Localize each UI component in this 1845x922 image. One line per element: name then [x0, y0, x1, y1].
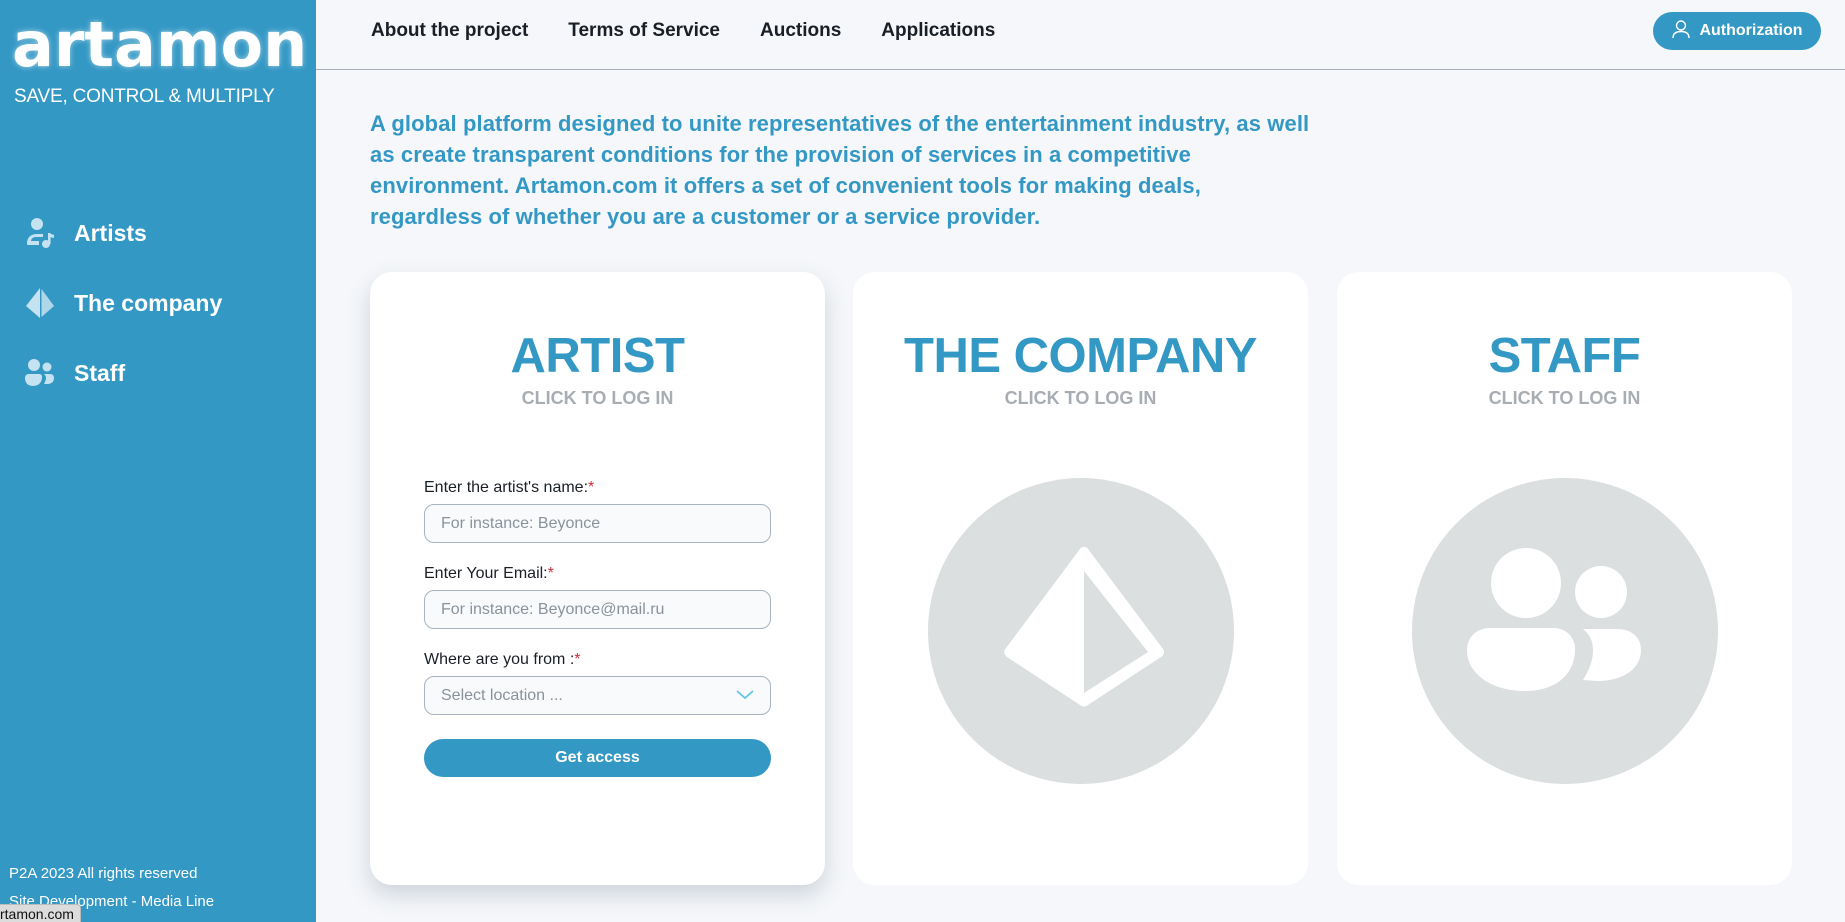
nav-about-the-project[interactable]: About the project	[371, 20, 528, 42]
sidebar-item-staff[interactable]: Staff	[0, 338, 316, 408]
user-icon	[1671, 19, 1691, 44]
sidebar-nav: Artists The company Staff	[0, 198, 316, 408]
status-bar-url: rtamon.com	[0, 904, 81, 922]
artist-card[interactable]: ARTIST CLICK TO LOG IN Enter the artist'…	[370, 272, 825, 885]
card-subtitle: CLICK TO LOG IN	[1004, 388, 1157, 408]
location-select-value: Select location ...	[441, 686, 563, 704]
card-subtitle: CLICK TO LOG IN	[521, 388, 674, 408]
location-select[interactable]: Select location ...	[424, 676, 771, 715]
people-icon	[1467, 548, 1641, 691]
artist-name-input[interactable]	[424, 504, 771, 543]
chevron-down-icon	[736, 687, 754, 705]
get-access-button[interactable]: Get access	[424, 739, 771, 777]
nav-terms-of-service[interactable]: Terms of Service	[568, 20, 720, 42]
card-title: THE COMPANY	[904, 329, 1257, 383]
top-header: About the project Terms of Service Aucti…	[316, 0, 1845, 70]
required-mark: *	[588, 479, 595, 496]
sidebar-item-label: Staff	[74, 359, 126, 386]
email-input[interactable]	[424, 590, 771, 629]
people-icon	[22, 355, 58, 391]
sidebar-item-label: The company	[74, 289, 223, 316]
logo[interactable]: artamon	[12, 14, 307, 76]
top-nav: About the project Terms of Service Aucti…	[371, 20, 995, 42]
intro-text: A global platform designed to unite repr…	[370, 111, 1310, 229]
card-title: ARTIST	[510, 329, 685, 383]
required-mark: *	[574, 651, 581, 668]
email-label: Enter Your Email:*	[424, 565, 554, 582]
tagline: SAVE, CONTROL & MULTIPLY	[14, 86, 275, 107]
artist-name-label: Enter the artist's name:*	[424, 479, 595, 496]
company-illustration	[928, 478, 1234, 784]
card-subtitle: CLICK TO LOG IN	[1488, 388, 1641, 408]
sidebar-item-the-company[interactable]: The company	[0, 268, 316, 338]
company-card[interactable]: THE COMPANY CLICK TO LOG IN	[853, 272, 1308, 885]
staff-illustration	[1412, 478, 1718, 784]
sidebar: artamon SAVE, CONTROL & MULTIPLY Artists	[0, 0, 316, 922]
nav-auctions[interactable]: Auctions	[760, 20, 841, 42]
authorization-label: Authorization	[1699, 22, 1803, 39]
sidebar-item-label: Artists	[74, 219, 147, 246]
nav-applications[interactable]: Applications	[881, 20, 995, 42]
pyramid-icon	[1004, 546, 1165, 707]
required-mark: *	[547, 565, 554, 582]
staff-card[interactable]: STAFF CLICK TO LOG IN	[1337, 272, 1792, 885]
artist-music-icon	[22, 215, 58, 251]
sidebar-item-artists[interactable]: Artists	[0, 198, 316, 268]
artist-form: Enter the artist's name:* Enter Your Ema…	[424, 479, 771, 777]
authorization-button[interactable]: Authorization	[1653, 12, 1821, 50]
copyright-text: P2A 2023 All rights reserved	[9, 865, 198, 882]
pyramid-icon	[22, 285, 58, 321]
location-label: Where are you from :*	[424, 651, 581, 668]
card-title: STAFF	[1488, 329, 1641, 383]
